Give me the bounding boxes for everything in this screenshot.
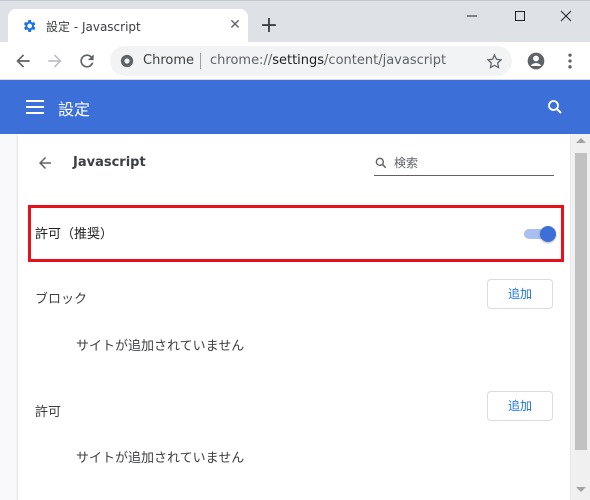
allow-add-button[interactable]: 追加 (487, 391, 553, 421)
forward-arrow-icon[interactable] (45, 51, 65, 71)
menu-kebab-icon[interactable] (560, 51, 580, 71)
url-text: chrome://settings/content/javascript (210, 53, 447, 68)
address-divider (200, 53, 201, 69)
settings-header: 設定 (0, 80, 590, 134)
back-arrow-icon[interactable] (13, 51, 33, 71)
search-icon[interactable] (546, 98, 564, 116)
toggle-knob (540, 226, 556, 242)
tab-strip: 設定 - Javascript ✕ + (0, 0, 590, 43)
maximize-icon[interactable] (496, 1, 544, 31)
address-bar[interactable]: Chrome chrome://settings/content/javascr… (110, 46, 512, 76)
block-section-label: ブロック (35, 292, 88, 307)
scroll-up-arrow-icon[interactable] (576, 138, 586, 143)
page-title: Javascript (73, 155, 146, 170)
chrome-page-icon (120, 54, 134, 68)
tab-settings[interactable]: 設定 - Javascript ✕ (8, 9, 248, 43)
bookmark-star-icon[interactable] (486, 53, 503, 70)
block-add-button[interactable]: 追加 (487, 279, 553, 309)
tab-title: 設定 - Javascript (46, 20, 141, 34)
reload-icon[interactable] (77, 51, 97, 71)
window-close-icon[interactable] (542, 1, 590, 31)
allow-recommended-row[interactable]: 許可（推奨） (28, 205, 564, 262)
settings-content: Javascript 許可（推奨） ブロック 追加 サイトが追加されていません … (0, 134, 572, 500)
allow-empty-text: サイトが追加されていません (76, 451, 245, 466)
back-arrow-icon[interactable] (36, 154, 54, 172)
tab-close-icon[interactable]: ✕ (227, 17, 243, 33)
scroll-down-arrow-icon[interactable] (576, 487, 586, 492)
search-input[interactable] (394, 154, 544, 172)
browser-toolbar: Chrome chrome://settings/content/javascr… (0, 42, 590, 80)
origin-chip: Chrome (143, 53, 194, 68)
profile-avatar-icon[interactable] (526, 51, 546, 71)
new-tab-button[interactable]: + (258, 15, 280, 37)
settings-title: 設定 (58, 100, 91, 119)
search-icon (375, 157, 387, 169)
javascript-settings-card: Javascript 許可（推奨） ブロック 追加 サイトが追加されていません … (18, 134, 570, 500)
javascript-toggle[interactable] (524, 226, 556, 242)
minimize-icon[interactable] (448, 1, 496, 31)
scroll-thumb[interactable] (575, 153, 587, 450)
settings-search[interactable] (374, 152, 554, 176)
block-empty-text: サイトが追加されていません (76, 339, 245, 354)
hamburger-menu-icon[interactable] (26, 99, 44, 115)
gear-icon (23, 20, 36, 32)
allow-recommended-label: 許可（推奨） (35, 227, 114, 242)
page-scrollbar[interactable] (572, 134, 590, 500)
allow-section-label: 許可 (35, 405, 62, 420)
